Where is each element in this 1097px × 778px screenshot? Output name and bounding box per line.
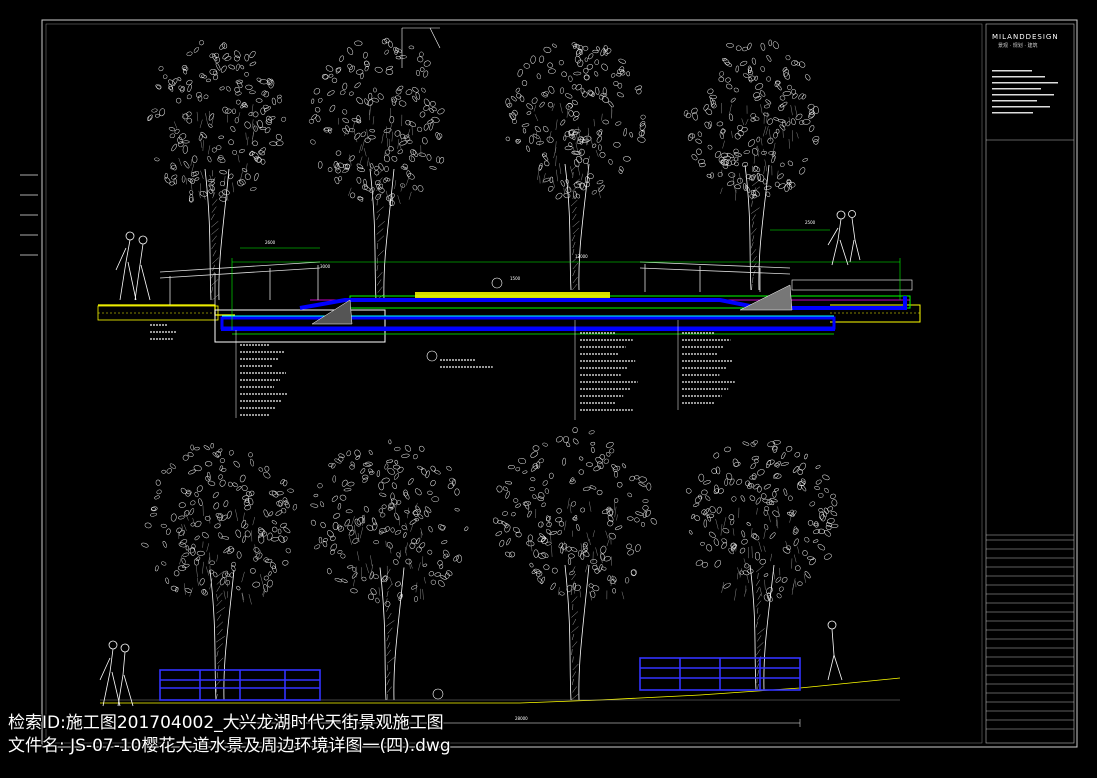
cad-drawing-canvas: 12000 1500 3000 2600 2500 28000 xyxy=(0,0,1097,778)
svg-text:28000: 28000 xyxy=(515,716,528,721)
title-block-subtitle: 景观 · 规划 · 建筑 xyxy=(998,43,1038,49)
svg-text:3000: 3000 xyxy=(320,264,331,269)
svg-text:2600: 2600 xyxy=(265,240,276,245)
svg-text:2500: 2500 xyxy=(805,220,816,225)
search-id-caption: 检索ID:施工图201704002_大兴龙湖时代天街景观施工图 xyxy=(8,713,444,733)
svg-text:1500: 1500 xyxy=(510,276,521,281)
svg-text:12000: 12000 xyxy=(575,254,588,259)
title-block-brand: MILANDDESIGN xyxy=(992,33,1059,41)
file-name-caption: 文件名: JS-07-10樱花大道水景及周边环境详图一(四).dwg xyxy=(8,736,451,756)
